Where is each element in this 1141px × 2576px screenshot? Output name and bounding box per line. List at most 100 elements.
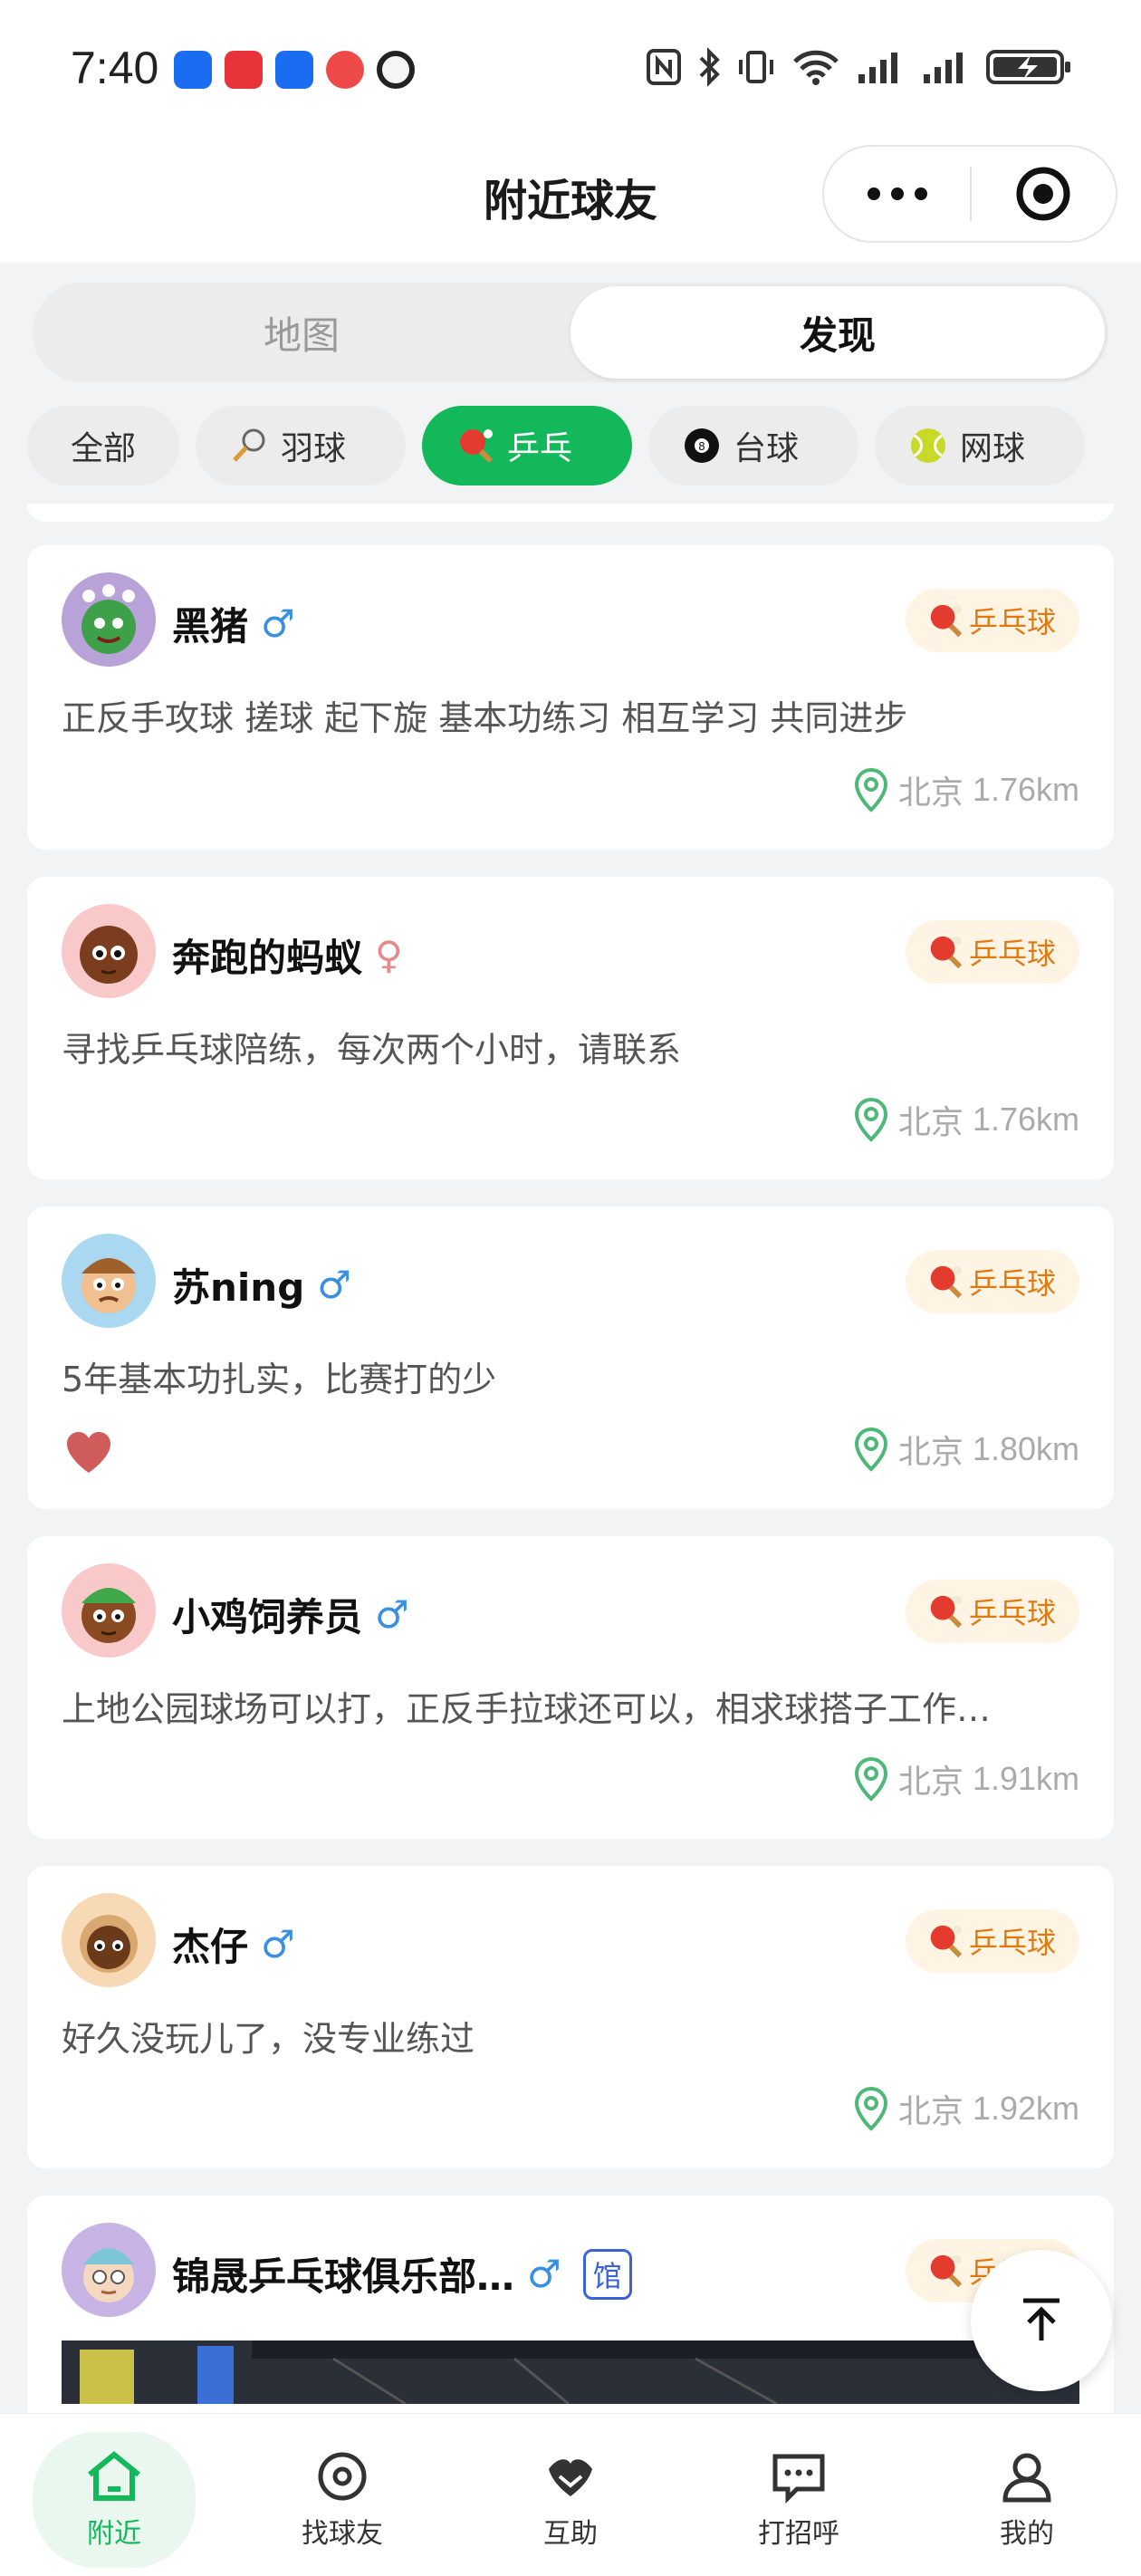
chat-icon — [772, 2454, 825, 2504]
tab-me[interactable]: 我的 — [945, 2432, 1108, 2568]
ping-pong-icon — [930, 936, 963, 969]
city: 北京 — [897, 1104, 964, 1141]
tab-label: 打招呼 — [758, 2518, 839, 2550]
tab-label: 我的 — [1000, 2518, 1054, 2550]
male-icon: ♂ — [261, 601, 295, 646]
male-icon: ♂ — [261, 1922, 295, 1966]
tab-map[interactable]: 地图 — [33, 283, 570, 382]
city: 北京 — [897, 1434, 964, 1471]
miniprogram-capsule — [822, 145, 1117, 243]
location-pin-icon — [854, 1427, 887, 1472]
huawei-app-icon — [225, 51, 263, 89]
player-card[interactable]: 奔跑的蚂蚁 ♀ 乒乓球 寻找乒乓球陪练，每次两个小时，请联系 北京 1.76km — [27, 877, 1114, 1179]
system-icons — [645, 47, 1072, 87]
ping-pong-icon — [930, 1265, 963, 1299]
tab-discover[interactable]: 发现 — [570, 286, 1105, 379]
player-card[interactable]: 小鸡饲养员 ♂ 乒乓球 上地公园球场可以打，正反手拉球还可以，相求球搭子工作… … — [27, 1536, 1114, 1839]
player-card[interactable]: 苏ning ♂ 乒乓球 5年基本功扎实，比赛打的少 北京 1.80km — [27, 1206, 1114, 1509]
handshake-icon — [549, 2459, 592, 2496]
player-name-row: 锦晟乒乓球俱乐部… ♂ 馆 — [172, 2246, 632, 2302]
location: 北京 1.76km — [853, 1096, 1079, 1143]
post-photo[interactable] — [62, 2341, 1079, 2404]
male-icon: ♂ — [317, 1263, 351, 1307]
bowl-app-icon — [377, 51, 415, 89]
chip-all[interactable]: 全部 — [27, 406, 179, 485]
post-description: 好久没玩儿了，没专业练过 — [62, 2019, 475, 2059]
location: 北京 1.92km — [853, 2085, 1079, 2132]
sport-tag-label: 乒乓球 — [968, 1266, 1056, 1301]
tab-mutual-help[interactable]: 互助 — [489, 2432, 652, 2568]
avatar[interactable] — [62, 904, 156, 998]
user-icon — [1002, 2453, 1051, 2503]
chip-label: 乒乓 — [507, 430, 573, 467]
player-card[interactable]: 黑猪 ♂ 乒乓球 正反手攻球 搓球 起下旋 基本功练习 相互学习 共同进步 北京… — [27, 545, 1114, 850]
male-icon: ♂ — [375, 1592, 409, 1637]
ping-pong-icon — [930, 1925, 963, 1958]
player-card[interactable]: 锦晟乒乓球俱乐部… ♂ 馆 乒乓球 — [27, 2196, 1114, 2413]
avatar[interactable] — [62, 572, 156, 667]
sport-filter: 全部 羽球 乒乓 8 台球 网球 — [27, 406, 1085, 485]
navigation-bar: 附近球友 — [0, 136, 1141, 263]
badminton-icon — [230, 427, 268, 465]
city: 北京 — [897, 774, 964, 812]
tab-find-players[interactable]: 找球友 — [261, 2432, 424, 2568]
sport-tag-label: 乒乓球 — [968, 1926, 1056, 1960]
avatar[interactable] — [62, 1234, 156, 1328]
signal-icon — [858, 53, 897, 83]
location: 北京 1.80km — [853, 1426, 1079, 1473]
player-name-row: 杰仔 ♂ — [172, 1917, 295, 1972]
chip-tennis[interactable]: 网球 — [875, 406, 1085, 485]
tab-nearby[interactable]: 附近 — [33, 2432, 196, 2568]
notification-icons — [174, 51, 415, 89]
player-name: 黑猪 — [172, 604, 249, 649]
player-name: 小鸡饲养员 — [172, 1595, 363, 1639]
signal-icon-2 — [924, 53, 963, 83]
home-icon — [88, 2451, 140, 2501]
sport-tag: 乒乓球 — [905, 589, 1079, 652]
ping-pong-icon — [930, 1595, 963, 1629]
post-description: 上地公园球场可以打，正反手拉球还可以，相求球搭子工作… — [62, 1689, 992, 1729]
chip-badminton[interactable]: 羽球 — [196, 406, 406, 485]
billiards-icon: 8 — [683, 427, 721, 465]
previous-card-edge — [27, 504, 1114, 522]
player-card[interactable]: 杰仔 ♂ 乒乓球 好久没玩儿了，没专业练过 北京 1.92km — [27, 1866, 1114, 2168]
more-dots-icon[interactable] — [824, 147, 970, 241]
battery-charging-icon — [986, 50, 1070, 84]
distance: 1.76km — [972, 1101, 1079, 1138]
chip-label: 台球 — [734, 430, 800, 467]
city: 北京 — [897, 2093, 964, 2130]
distance: 1.80km — [972, 1430, 1079, 1467]
female-icon: ♀ — [375, 933, 403, 977]
chip-billiards[interactable]: 8 台球 — [648, 406, 858, 485]
mail-app-icon-2 — [275, 51, 313, 89]
player-name-row: 小鸡饲养员 ♂ — [172, 1587, 409, 1642]
chip-label: 网球 — [960, 430, 1026, 467]
nfc-icon — [647, 49, 681, 85]
avatar[interactable] — [62, 2223, 156, 2317]
venue-badge: 馆 — [582, 2248, 632, 2300]
avatar[interactable] — [62, 1563, 156, 1658]
player-name-row: 奔跑的蚂蚁 ♀ — [172, 928, 403, 983]
target-icon[interactable] — [972, 165, 1116, 223]
back-to-top-button[interactable] — [971, 2250, 1112, 2391]
location-pin-icon — [854, 1097, 887, 1142]
ping-pong-icon — [930, 604, 963, 638]
arrow-up-icon — [1023, 2298, 1060, 2341]
ping-pong-icon — [456, 427, 494, 465]
city: 北京 — [897, 1764, 964, 1801]
sport-tag: 乒乓球 — [905, 1250, 1079, 1313]
player-name-row: 苏ning ♂ — [172, 1257, 351, 1312]
sport-tag-label: 乒乓球 — [968, 605, 1056, 639]
avatar[interactable] — [62, 1893, 156, 1987]
chip-label: 羽球 — [281, 430, 347, 467]
player-name: 杰仔 — [172, 1925, 249, 1969]
sport-tag-label: 乒乓球 — [968, 1596, 1056, 1630]
location-pin-icon — [318, 2452, 367, 2501]
sport-tag: 乒乓球 — [905, 920, 1079, 984]
location-pin-icon — [854, 767, 887, 812]
chip-ping-pong[interactable]: 乒乓 — [422, 406, 632, 485]
tennis-icon — [909, 427, 947, 465]
post-description: 寻找乒乓球陪练，每次两个小时，请联系 — [62, 1030, 682, 1070]
heart-icon[interactable] — [63, 1429, 114, 1478]
tab-greet[interactable]: 打招呼 — [717, 2432, 880, 2568]
